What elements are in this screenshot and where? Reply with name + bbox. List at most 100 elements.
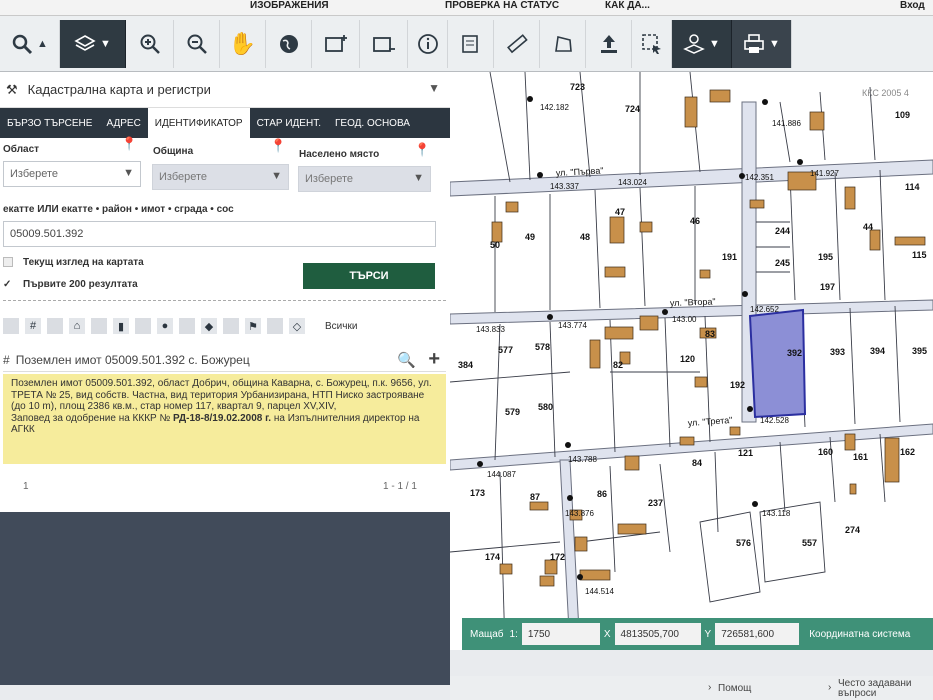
page-range: 1 - 1 / 1 xyxy=(383,481,417,492)
building-icon[interactable]: ▮ xyxy=(113,318,129,334)
filter-blank[interactable] xyxy=(91,318,107,334)
parcel-label: 47 xyxy=(615,207,625,217)
zoom-out-button[interactable] xyxy=(174,20,220,68)
nav-how-to[interactable]: КАК ДА... xyxy=(605,0,650,11)
filter-blank[interactable] xyxy=(47,318,63,334)
filter-blank[interactable] xyxy=(223,318,239,334)
measure-area-button[interactable] xyxy=(540,20,586,68)
parcel-label: 723 xyxy=(570,82,585,92)
pan-button[interactable]: ✋ xyxy=(220,20,266,68)
naseleno-select-value: Изберете xyxy=(305,173,354,185)
polygon-icon xyxy=(554,36,572,52)
nav-status-check[interactable]: ПРОВЕРКА НА СТАТУС xyxy=(445,0,559,11)
result-order-number[interactable]: РД-18-8/19.02.2008 г. xyxy=(173,413,271,424)
select-button[interactable] xyxy=(632,20,672,68)
footer-bar: › Помощ › Често задавани въпроси xyxy=(450,676,933,700)
parcel-label-highlight[interactable]: 392 xyxy=(787,348,802,358)
tab-address[interactable]: АДРЕС xyxy=(99,108,147,138)
scale-input[interactable]: 1750 xyxy=(521,623,600,645)
map-pin-icon[interactable]: 📍 xyxy=(414,142,430,158)
nav-images[interactable]: ИЗОБРАЖЕНИЯ xyxy=(250,0,329,11)
info-button[interactable] xyxy=(408,20,448,68)
result-card[interactable]: Поземлен имот 05009.501.392, област Добр… xyxy=(3,374,446,464)
result-filters: # ⌂ ▮ ● ◆ ⚑ ◇ Всички xyxy=(3,315,446,337)
result-title: Поземлен имот 05009.501.392 с. Божурец xyxy=(15,352,250,367)
search-tool-button[interactable]: ▲ xyxy=(0,20,60,68)
highlighted-parcel[interactable] xyxy=(748,308,807,419)
parcel-label: 114 xyxy=(905,182,920,192)
print-button[interactable]: ▼ xyxy=(732,20,792,68)
parcel-label: 120 xyxy=(680,354,695,364)
chevron-right-icon: › xyxy=(828,682,832,693)
measure-distance-button[interactable] xyxy=(494,20,540,68)
add-frame-button[interactable] xyxy=(312,20,360,68)
filter-blank[interactable] xyxy=(3,318,19,334)
layers-icon[interactable]: ◆ xyxy=(201,318,217,334)
help-link[interactable]: Помощ xyxy=(718,683,751,694)
upload-button[interactable] xyxy=(586,20,632,68)
remove-frame-button[interactable] xyxy=(360,20,408,68)
nav-login[interactable]: Вход xyxy=(900,0,925,11)
map-pin-icon[interactable]: 📍 xyxy=(121,136,137,152)
flag-icon[interactable]: ⚑ xyxy=(245,318,261,334)
point-label: 143.833 xyxy=(476,325,505,334)
first-200-checkbox[interactable]: ✓ Първите 200 резултата xyxy=(3,279,138,290)
filter-blank[interactable] xyxy=(267,318,283,334)
identify-button[interactable] xyxy=(448,20,494,68)
chevron-down-icon: ▼ xyxy=(709,38,720,50)
map-view[interactable]: 723 724 109 114 46 47 48 49 50 191 244 2… xyxy=(449,71,933,651)
parcel-label: 191 xyxy=(722,252,737,262)
faq-link[interactable]: Често задавани въпроси xyxy=(838,679,933,699)
search-icon[interactable]: 🔍 xyxy=(397,351,416,369)
coordinate-system-button[interactable]: Координатна система xyxy=(809,629,910,640)
map-pin-icon[interactable]: ● xyxy=(157,318,173,334)
chevron-down-icon: ▼ xyxy=(413,172,424,184)
tab-quick-search[interactable]: БЪРЗО ТЪРСЕНЕ xyxy=(0,108,99,138)
obshtina-select[interactable]: Изберете ▼ xyxy=(152,164,289,190)
parcel-label: 83 xyxy=(705,329,715,339)
tab-identifier[interactable]: ИДЕНТИФИКАТОР xyxy=(147,108,250,138)
filter-blank[interactable] xyxy=(179,318,195,334)
oblast-select[interactable]: Изберете ▼ xyxy=(3,161,141,187)
parcel-label: 579 xyxy=(505,407,520,417)
naseleno-select[interactable]: Изберете ▼ xyxy=(298,166,431,192)
point-label: 141.927 xyxy=(810,169,839,178)
map-pin-icon[interactable]: 📍 xyxy=(270,138,286,154)
parcel-label: 557 xyxy=(802,538,817,548)
cadastral-map[interactable]: 723 724 109 114 46 47 48 49 50 191 244 2… xyxy=(449,71,933,651)
search-button[interactable]: ТЪРСИ xyxy=(303,263,435,289)
panel-header[interactable]: ⚒ Кадастрална карта и регистри ▼ xyxy=(0,72,450,108)
layer-info-icon xyxy=(683,34,705,54)
y-coordinate[interactable]: 726581,600 xyxy=(715,623,800,645)
globe-icon xyxy=(279,35,298,53)
filter-blank[interactable] xyxy=(135,318,151,334)
current-view-checkbox[interactable]: Текущ изглед на картата xyxy=(3,257,144,268)
full-extent-button[interactable] xyxy=(266,20,312,68)
home-icon[interactable]: ⌂ xyxy=(69,318,85,334)
layers-button[interactable]: ▼ xyxy=(60,20,126,68)
checkbox-box[interactable] xyxy=(3,257,13,268)
polygon-icon[interactable]: ◇ xyxy=(289,318,305,334)
cadastre-panel: ⚒ Кадастрална карта и регистри ▼ БЪРЗО Т… xyxy=(0,72,450,512)
filter-all[interactable]: Всички xyxy=(325,321,357,332)
naseleno-label: Населено място xyxy=(299,149,380,160)
zoom-in-button[interactable] xyxy=(126,20,174,68)
grid-icon[interactable]: # xyxy=(25,318,41,334)
parcel-label: 87 xyxy=(530,492,540,502)
check-mark-icon[interactable]: ✓ xyxy=(3,279,15,290)
page-number[interactable]: 1 xyxy=(23,481,29,492)
point-label: 143.024 xyxy=(618,178,647,187)
identifier-input[interactable]: 05009.501.392 xyxy=(3,221,436,247)
parcel-label: 173 xyxy=(470,488,485,498)
parcel-label: 576 xyxy=(736,538,751,548)
parcel-label: 237 xyxy=(648,498,663,508)
tab-geodetic-base[interactable]: ГЕОД. ОСНОВА xyxy=(328,108,417,138)
point-label: 142.182 xyxy=(540,103,569,112)
parcel-label: 82 xyxy=(613,360,623,370)
layer-info-button[interactable]: ▼ xyxy=(672,20,732,68)
x-coordinate[interactable]: 4813505,700 xyxy=(614,623,701,645)
add-icon[interactable]: + xyxy=(428,348,440,371)
parcel-label: 160 xyxy=(818,447,833,457)
chevron-down-icon[interactable]: ▼ xyxy=(428,81,440,95)
tab-old-identifier[interactable]: СТАР ИДЕНТ. xyxy=(250,108,328,138)
